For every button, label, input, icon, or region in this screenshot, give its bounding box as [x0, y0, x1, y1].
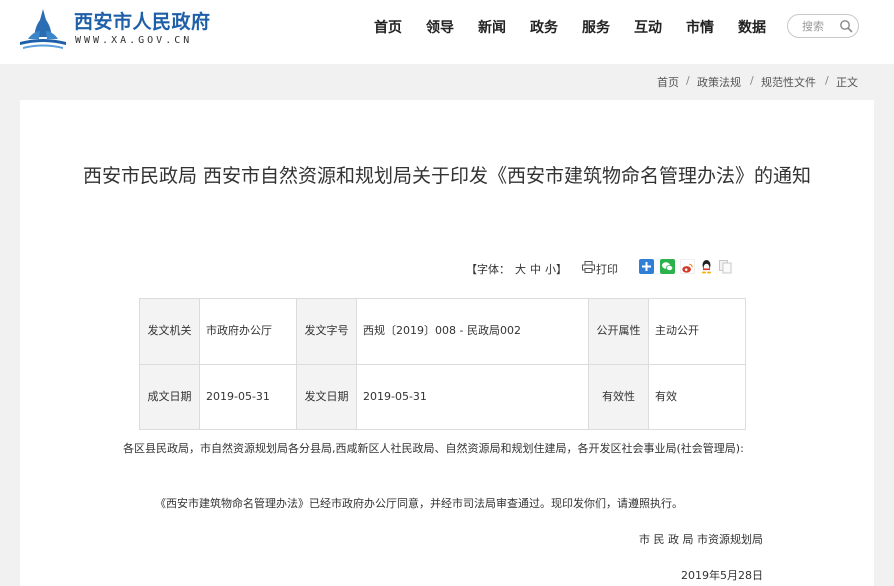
nav-item-city-info[interactable]: 市情 [686, 17, 714, 37]
nav-item-interaction[interactable]: 互动 [634, 17, 662, 37]
site-url: WWW.XA.GOV.CN [75, 35, 193, 46]
font-size-small-link[interactable]: 小 [545, 261, 556, 277]
font-tools-bracket-open: 【 [466, 263, 477, 276]
breadcrumb-current: 正文 [836, 76, 858, 89]
validity-value: 有效 [648, 363, 746, 430]
nav-item-data[interactable]: 数据 [738, 17, 766, 37]
nav-item-leaders[interactable]: 领导 [426, 17, 454, 37]
font-size-label: 字体： [477, 263, 510, 276]
body-paragraph: 《西安市建筑物命名管理办法》已经市政府办公厅同意，并经市司法局审查通过。现印发你… [155, 497, 683, 510]
document-info-table: 发文机关 市政府办公厅 发文字号 西规〔2019〕008 - 民政局002 公开… [139, 298, 746, 430]
nav-item-government-affairs[interactable]: 政务 [530, 17, 558, 37]
created-date-value: 2019-05-31 [199, 363, 297, 430]
font-tools-bracket-close: 】 [556, 263, 567, 276]
city-logo-icon[interactable] [18, 6, 68, 52]
nav-item-home[interactable]: 首页 [374, 17, 402, 37]
wechat-icon[interactable] [660, 259, 675, 274]
print-link[interactable]: 打印 [596, 261, 618, 277]
issued-date-value: 2019-05-31 [356, 363, 589, 430]
copy-link-icon[interactable] [718, 259, 733, 274]
issuer-label: 发文机关 [139, 298, 200, 365]
public-attribute-value: 主动公开 [648, 298, 746, 365]
site-header: 西安市人民政府 WWW.XA.GOV.CN 首页 领导 新闻 政务 服务 互动 … [0, 0, 894, 64]
issuer-value: 市政府办公厅 [199, 298, 297, 365]
issue-date: 2019年5月28日 [681, 569, 763, 582]
public-attribute-label: 公开属性 [588, 298, 649, 365]
search-input[interactable] [802, 19, 838, 34]
font-size-medium-link[interactable]: 中 [530, 261, 541, 277]
nav-item-news[interactable]: 新闻 [478, 17, 506, 37]
breadcrumb-policies[interactable]: 政策法规 [697, 74, 741, 90]
search-box [787, 14, 859, 38]
recipients-paragraph: 各区县民政局，市自然资源规划局各分县局,西咸新区人社民政局、自然资源局和规划住建… [123, 442, 744, 455]
breadcrumb-normative-documents[interactable]: 规范性文件 [761, 74, 816, 90]
nav-item-services[interactable]: 服务 [582, 17, 610, 37]
validity-label: 有效性 [588, 363, 649, 430]
font-size-large-link[interactable]: 大 [515, 261, 526, 277]
article-panel: 西安市民政局 西安市自然资源和规划局关于印发《西安市建筑物命名管理办法》的通知 … [20, 100, 874, 586]
article-title: 西安市民政局 西安市自然资源和规划局关于印发《西安市建筑物命名管理办法》的通知 [82, 165, 812, 187]
doc-number-label: 发文字号 [296, 298, 357, 365]
search-icon[interactable] [839, 19, 853, 33]
breadcrumb-separator: / [686, 74, 690, 87]
doc-number-value: 西规〔2019〕008 - 民政局002 [356, 298, 589, 365]
printer-icon[interactable] [582, 261, 595, 273]
share-more-icon[interactable] [639, 259, 654, 274]
site-name[interactable]: 西安市人民政府 [74, 7, 211, 34]
table-row: 成文日期 2019-05-31 发文日期 2019-05-31 有效性 有效 [139, 363, 746, 430]
table-row: 发文机关 市政府办公厅 发文字号 西规〔2019〕008 - 民政局002 公开… [139, 298, 746, 365]
signature: 市 民 政 局 市资源规划局 [639, 533, 763, 546]
qq-icon[interactable] [699, 259, 714, 274]
issued-date-label: 发文日期 [296, 363, 357, 430]
breadcrumb-home[interactable]: 首页 [657, 74, 679, 90]
breadcrumb-separator: / [750, 74, 754, 87]
weibo-icon[interactable] [680, 259, 695, 274]
breadcrumb-separator: / [825, 74, 829, 87]
created-date-label: 成文日期 [139, 363, 200, 430]
